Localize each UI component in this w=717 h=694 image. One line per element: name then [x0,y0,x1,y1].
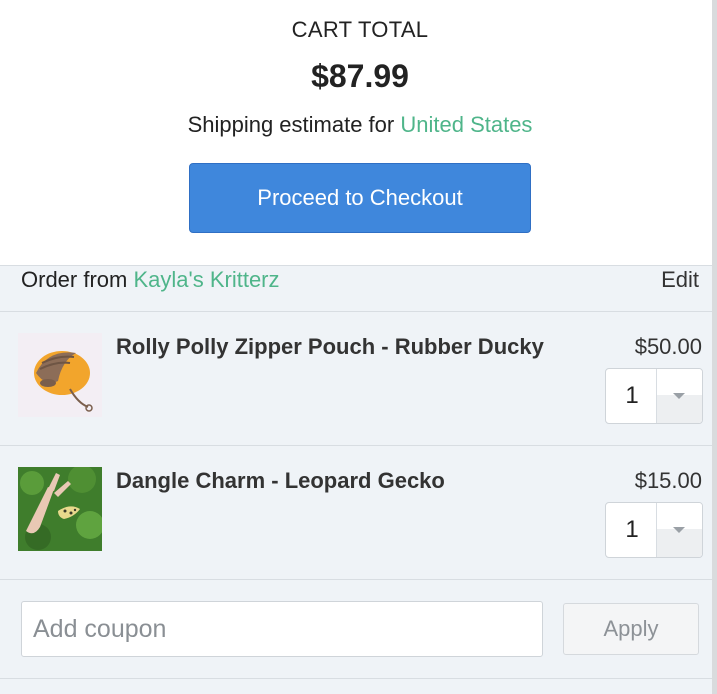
quantity-select[interactable]: 1 [605,502,703,558]
cart-panel: CART TOTAL $87.99 Shipping estimate for … [0,0,717,694]
shipping-estimate: Shipping estimate for United States [0,112,717,138]
quantity-value: 1 [625,382,639,409]
quantity-select[interactable]: 1 [605,368,703,424]
divider [0,678,712,679]
item-price: $15.00 [634,468,702,493]
cart-item: Rolly Polly Zipper Pouch - Rubber Ducky … [0,312,712,445]
order-header: Order from Kayla's Kritterz [21,266,280,294]
order-section: Order from Kayla's Kritterz Edit Rolly P… [0,265,712,694]
product-image-zipper-pouch[interactable] [18,333,102,417]
scrollbar-edge [712,0,717,694]
item-price: $50.00 [634,334,702,359]
order-prefix: Order from [21,267,128,292]
apply-coupon-button[interactable]: Apply [563,603,699,655]
shipping-country-link[interactable]: United States [400,112,532,137]
chevron-down-icon[interactable] [656,369,702,423]
product-title-link[interactable]: Rolly Polly Zipper Pouch - Rubber Ducky [116,334,544,360]
cart-total-amount: $87.99 [311,58,409,94]
product-title-link[interactable]: Dangle Charm - Leopard Gecko [116,468,445,494]
shop-name-link[interactable]: Kayla's Kritterz [133,267,279,292]
edit-link[interactable]: Edit [661,266,699,294]
cart-total-label: CART TOTAL [291,17,429,42]
coupon-input[interactable] [21,601,543,657]
cart-item: Dangle Charm - Leopard Gecko $15.00 1 [0,446,712,579]
divider [0,579,712,580]
shipping-prefix: Shipping estimate for [187,112,395,137]
proceed-to-checkout-button[interactable]: Proceed to Checkout [189,163,531,233]
cart-summary: CART TOTAL $87.99 Shipping estimate for … [0,0,712,265]
quantity-value: 1 [625,516,639,543]
product-image-leopard-gecko[interactable] [18,467,102,551]
chevron-down-icon[interactable] [656,503,702,557]
